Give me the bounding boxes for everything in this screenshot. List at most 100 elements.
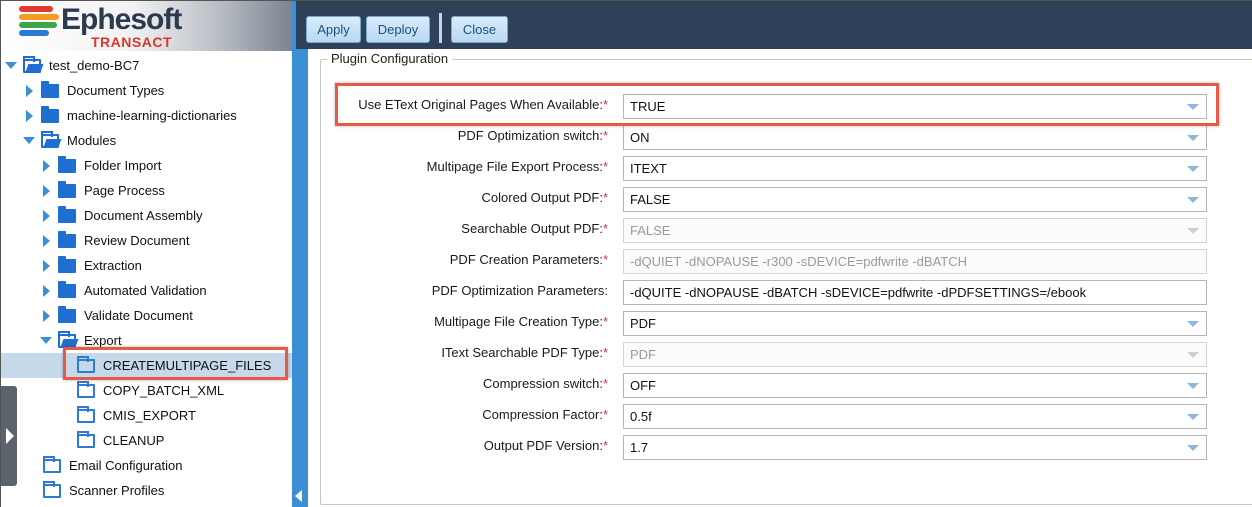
select-value: PDF (630, 316, 656, 331)
pdf-optimization-parameters-input[interactable]: -dQUITE -dNOPAUSE -dBATCH -sDEVICE=pdfwr… (623, 280, 1207, 305)
field-label-use-etext: Use EText Original Pages When Available:… (358, 97, 608, 112)
tree-root[interactable]: test_demo-BC7 (1, 53, 292, 78)
field-label-itext-searchable-pdf-type: IText Searchable PDF Type:* (441, 345, 608, 360)
label-text: Multipage File Creation Type: (434, 314, 603, 329)
select-value: ITEXT (630, 161, 667, 176)
select-value: FALSE (630, 223, 671, 238)
collapse-icon[interactable] (40, 285, 52, 297)
required-marker: * (602, 407, 608, 422)
logo-mark (19, 6, 59, 38)
dropdown-caret-icon (1187, 197, 1199, 203)
tree-item-label: Page Process (84, 183, 165, 198)
collapse-icon[interactable] (23, 110, 35, 122)
tree-item-label: COPY_BATCH_XML (103, 383, 225, 398)
colored-output-pdf-select[interactable]: FALSE (623, 187, 1207, 212)
collapse-panel-handle[interactable] (293, 486, 305, 506)
label-text: Colored Output PDF: (481, 190, 603, 205)
deploy-button[interactable]: Deploy (366, 16, 430, 43)
tree-item-document-types[interactable]: Document Types (1, 78, 292, 103)
collapse-icon[interactable] (40, 210, 52, 222)
itext-searchable-pdf-type-select: PDF (623, 342, 1207, 367)
collapse-icon[interactable] (40, 310, 52, 322)
tree-item-label: Review Document (84, 233, 190, 248)
dropdown-caret-icon (1187, 321, 1199, 327)
pdf-optimization-switch-select[interactable]: ON (623, 125, 1207, 150)
label-text: Multipage File Export Process: (426, 159, 603, 174)
field-label-pdf-optimization-parameters: PDF Optimization Parameters: (432, 283, 608, 298)
tree-item-cleanup[interactable]: CLEANUP (1, 428, 292, 453)
compression-switch-select[interactable]: OFF (623, 373, 1207, 398)
tree-item-validate-document[interactable]: Validate Document (1, 303, 292, 328)
collapse-icon[interactable] (23, 85, 35, 97)
label-text: Output PDF Version: (483, 438, 603, 453)
select-value: ON (630, 130, 650, 145)
collapse-icon[interactable] (40, 260, 52, 272)
label-text: IText Searchable PDF Type: (441, 345, 603, 360)
tree-item-ml-dictionaries[interactable]: machine-learning-dictionaries (1, 103, 292, 128)
output-pdf-version-select[interactable]: 1.7 (623, 435, 1207, 460)
collapse-icon[interactable] (40, 235, 52, 247)
label-text: Searchable Output PDF: (461, 221, 603, 236)
folder-icon (58, 230, 76, 248)
collapse-icon[interactable] (40, 160, 52, 172)
input-value: -dQUIET -dNOPAUSE -r300 -sDEVICE=pdfwrit… (630, 254, 968, 269)
folder-outline-icon (77, 355, 95, 373)
tree-item-label: Document Assembly (84, 208, 203, 223)
tree-item-label: Modules (67, 133, 117, 148)
required-marker: * (602, 159, 608, 174)
use-etext-select[interactable]: TRUE (623, 94, 1207, 119)
tree-item-modules[interactable]: Modules (1, 128, 292, 153)
tree-item-document-assembly[interactable]: Document Assembly (1, 203, 292, 228)
apply-button[interactable]: Apply (306, 16, 361, 43)
expand-icon[interactable] (40, 335, 52, 347)
tree-item-label: Email Configuration (69, 458, 183, 473)
tree-item-scanner-profiles[interactable]: Scanner Profiles (1, 478, 292, 503)
folder-icon (58, 255, 76, 273)
tree-item-export[interactable]: Export (1, 328, 292, 353)
folder-icon (41, 80, 59, 98)
expand-icon[interactable] (23, 135, 35, 147)
tree-root-label: test_demo-BC7 (49, 58, 140, 73)
select-value: 0.5f (630, 409, 652, 424)
label-text: Compression Factor: (482, 407, 603, 422)
field-label-colored-output-pdf: Colored Output PDF:* (482, 190, 608, 205)
dropdown-caret-icon (1187, 135, 1199, 141)
tree-item-label: Folder Import (84, 158, 162, 173)
tree-item-label: machine-learning-dictionaries (67, 108, 237, 123)
fieldset-legend: Plugin Configuration (327, 51, 453, 66)
searchable-output-pdf-select: FALSE (623, 218, 1207, 243)
left-panel: Ephesoft TRANSACT test_demo-BC7 Document… (1, 1, 292, 507)
close-button[interactable]: Close (451, 16, 508, 43)
tree-item-label: CLEANUP (103, 433, 165, 448)
required-marker: * (602, 97, 608, 112)
tree-item-createmultipage-files[interactable]: CREATEMULTIPAGE_FILES (1, 353, 292, 378)
tree-item-review-document[interactable]: Review Document (1, 228, 292, 253)
tree-item-label: Validate Document (84, 308, 193, 323)
tree-item-page-process[interactable]: Page Process (1, 178, 292, 203)
collapse-icon[interactable] (40, 185, 52, 197)
tree-item-label: Automated Validation (84, 283, 207, 298)
tree-item-folder-import[interactable]: Folder Import (1, 153, 292, 178)
toolbar-separator (439, 13, 442, 43)
multipage-export-process-select[interactable]: ITEXT (623, 156, 1207, 181)
select-value: FALSE (630, 192, 671, 207)
select-value: TRUE (630, 99, 666, 114)
tree-item-automated-validation[interactable]: Automated Validation (1, 278, 292, 303)
tree-item-copy-batch-xml[interactable]: COPY_BATCH_XML (1, 378, 292, 403)
tree-item-label: CREATEMULTIPAGE_FILES (103, 358, 272, 373)
multipage-creation-type-select[interactable]: PDF (623, 311, 1207, 336)
compression-factor-select[interactable]: 0.5f (623, 404, 1207, 429)
tree-item-email-configuration[interactable]: Email Configuration (1, 453, 292, 478)
window: Ephesoft TRANSACT test_demo-BC7 Document… (0, 0, 1252, 507)
tree-item-cmis-export[interactable]: CMIS_EXPORT (1, 403, 292, 428)
required-marker: * (602, 221, 608, 236)
tree-item-extraction[interactable]: Extraction (1, 253, 292, 278)
expand-icon[interactable] (5, 60, 17, 72)
select-value: 1.7 (630, 440, 649, 455)
required-marker: * (602, 128, 608, 143)
select-value: PDF (630, 347, 656, 362)
dropdown-caret-icon (1187, 228, 1199, 234)
field-label-output-pdf-version: Output PDF Version:* (484, 438, 608, 453)
expand-panel-handle[interactable] (1, 386, 17, 486)
required-marker: * (602, 438, 608, 453)
